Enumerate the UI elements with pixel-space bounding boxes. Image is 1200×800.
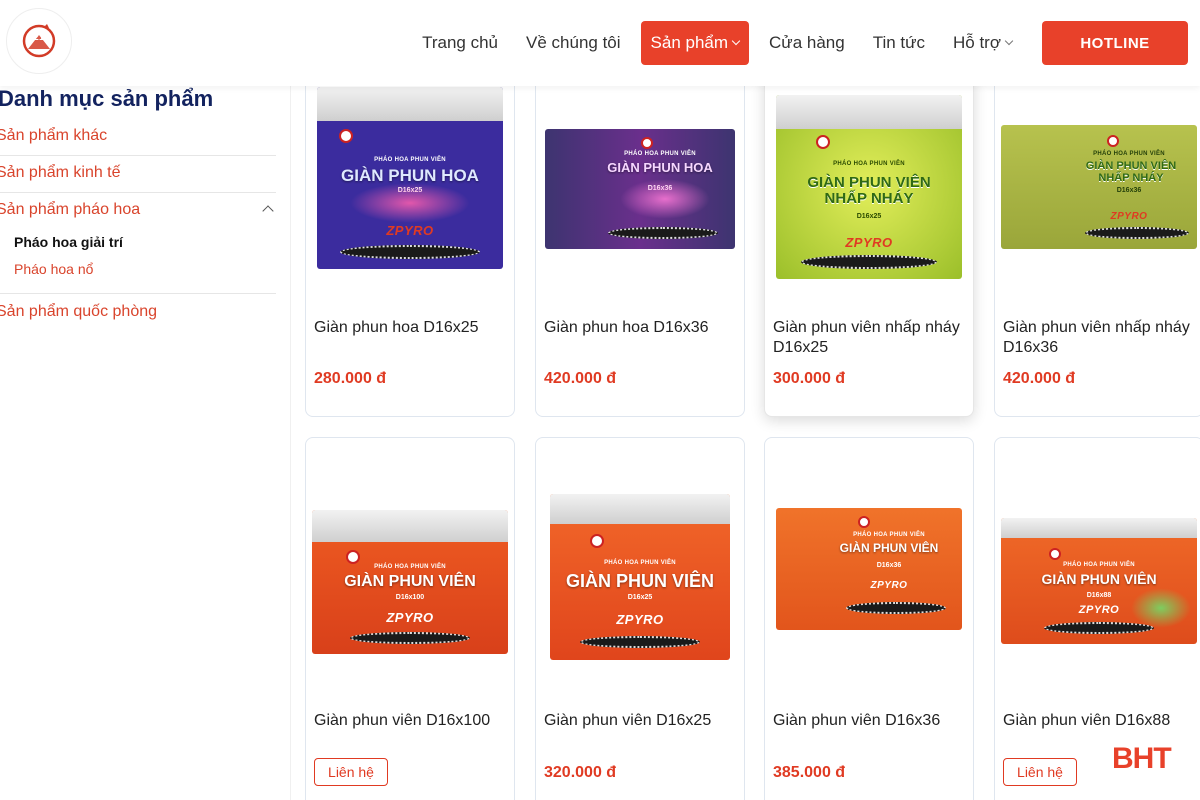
main-nav: Trang chủ Về chúng tôi Sản phẩm Cửa hàng… [408, 21, 1188, 65]
package-subtitle: PHÁO HOA PHUN VIÊN [1093, 151, 1165, 157]
nav-products-label: Sản phẩm [650, 33, 729, 52]
category-defense[interactable]: Sản phẩm quốc phòng [0, 303, 276, 321]
product-image: PHÁO HOA PHUN VIÊN GIÀN PHUN HOA D16x25 … [317, 87, 503, 269]
category-other[interactable]: Sản phẩm khác [0, 127, 276, 145]
package-code: D16x25 [856, 213, 882, 220]
brand-logo: ZPYRO [845, 235, 893, 250]
sidebar-border [290, 86, 291, 800]
product-card[interactable]: PHÁO HOA PHUN VIÊN GIÀN PHUN VIÊN D16x25… [535, 437, 745, 800]
brand-logo: ZPYRO [616, 612, 664, 627]
chevron-down-icon [1004, 36, 1014, 46]
nav-products[interactable]: Sản phẩm [640, 21, 750, 65]
package-title: GIÀN PHUN VIÊN [839, 541, 939, 555]
package-title: GIÀN PHUN VIÊN [565, 571, 715, 591]
category-fireworks[interactable]: Sản phẩm pháo hoa [0, 201, 276, 219]
product-card[interactable]: PHÁO HOA PHUN VIÊN GIÀN PHUN VIÊN NHẤP N… [994, 70, 1200, 417]
site-logo[interactable]: 21 [6, 8, 72, 74]
nav-news[interactable]: Tin tức [859, 21, 939, 65]
package-title: GIÀN PHUN VIÊN NHẤP NHÁY [1085, 160, 1177, 184]
subcategory-explosive-fireworks[interactable]: Pháo hoa nổ [14, 261, 93, 277]
product-price: 300.000 đ [773, 370, 846, 387]
product-name[interactable]: Giàn phun hoa D16x36 [544, 318, 740, 338]
divider [0, 293, 276, 294]
product-image: PHÁO HOA PHUN VIÊN GIÀN PHUN VIÊN D16x88… [1001, 518, 1197, 644]
brand-logo: ZPYRO [1110, 211, 1148, 222]
product-price: 320.000 đ [544, 764, 617, 781]
product-name[interactable]: Giàn phun viên nhấp nháy D16x36 [1003, 318, 1199, 358]
nav-home[interactable]: Trang chủ [408, 21, 512, 65]
product-name[interactable]: Giàn phun viên D16x88 [1003, 711, 1199, 731]
nav-about-label: Về chúng tôi [526, 33, 621, 52]
product-name[interactable]: Giàn phun viên D16x36 [773, 711, 969, 731]
product-image: PHÁO HOA PHUN VIÊN GIÀN PHUN VIÊN D16x36… [776, 508, 962, 630]
package-subtitle: PHÁO HOA PHUN VIÊN [604, 560, 676, 566]
divider [0, 192, 276, 193]
divider [0, 155, 276, 156]
nav-support-label: Hỗ trợ [953, 33, 1001, 52]
contact-button[interactable]: Liên hệ [314, 758, 388, 786]
product-price: 280.000 đ [314, 370, 387, 387]
package-title: GIÀN PHUN HOA [607, 160, 713, 175]
nav-about[interactable]: Về chúng tôi [512, 21, 635, 65]
product-name[interactable]: Giàn phun viên D16x100 [314, 711, 510, 731]
package-subtitle: PHÁO HOA PHUN VIÊN [374, 157, 446, 163]
product-price: 420.000 đ [544, 370, 617, 387]
product-price: 420.000 đ [1003, 370, 1076, 387]
brand-logo: ZPYRO [386, 610, 434, 625]
watermark-logo: BHT [1112, 742, 1172, 775]
package-code: D16x25 [627, 594, 653, 601]
package-subtitle: PHÁO HOA PHUN VIÊN [624, 151, 696, 157]
product-card[interactable]: PHÁO HOA PHUN VIÊN GIÀN PHUN VIÊN D16x36… [764, 437, 974, 800]
product-name[interactable]: Giàn phun hoa D16x25 [314, 318, 510, 338]
package-title: GIÀN PHUN VIÊN [1041, 571, 1157, 587]
brand-logo: ZPYRO [386, 223, 434, 238]
package-code: D16x36 [876, 562, 902, 569]
chevron-down-icon [731, 36, 741, 46]
nav-stores[interactable]: Cửa hàng [755, 21, 859, 65]
product-image: PHÁO HOA PHUN VIÊN GIÀN PHUN VIÊN D16x10… [312, 510, 508, 654]
nav-home-label: Trang chủ [422, 33, 499, 52]
package-title: GIÀN PHUN VIÊN NHẤP NHÁY [807, 174, 931, 207]
subcategory-entertainment-fireworks[interactable]: Pháo hoa giải trí [14, 234, 123, 250]
brand-logo: ZPYRO [1078, 604, 1120, 616]
package-code: D16x36 [1116, 187, 1142, 194]
brand-logo: ZPYRO [870, 580, 908, 591]
package-subtitle: PHÁO HOA PHUN VIÊN [853, 532, 925, 538]
product-card[interactable]: PHÁO HOA PHUN VIÊN GIÀN PHUN HOA D16x36 … [535, 70, 745, 417]
nav-news-label: Tin tức [872, 33, 925, 52]
category-economic[interactable]: Sản phẩm kinh tế [0, 164, 276, 182]
product-image: PHÁO HOA PHUN VIÊN GIÀN PHUN HOA D16x36 [545, 129, 735, 249]
product-name[interactable]: Giàn phun viên D16x25 [544, 711, 740, 731]
contact-button[interactable]: Liên hệ [1003, 758, 1077, 786]
product-image: PHÁO HOA PHUN VIÊN GIÀN PHUN VIÊN NHẤP N… [776, 95, 962, 279]
nav-support[interactable]: Hỗ trợ [939, 21, 1026, 65]
product-image: PHÁO HOA PHUN VIÊN GIÀN PHUN VIÊN D16x25… [550, 494, 730, 660]
package-title: GIÀN PHUN VIÊN [344, 573, 476, 590]
hotline-button[interactable]: HOTLINE [1042, 21, 1188, 65]
sidebar-title: Danh mục sản phẩm [0, 86, 214, 111]
nav-stores-label: Cửa hàng [769, 33, 845, 52]
package-subtitle: PHÁO HOA PHUN VIÊN [833, 161, 905, 167]
product-card[interactable]: PHÁO HOA PHUN VIÊN GIÀN PHUN HOA D16x25 … [305, 70, 515, 417]
product-price: 385.000 đ [773, 764, 846, 781]
product-image: PHÁO HOA PHUN VIÊN GIÀN PHUN VIÊN NHẤP N… [1001, 125, 1197, 249]
package-subtitle: PHÁO HOA PHUN VIÊN [374, 564, 446, 570]
package-subtitle: PHÁO HOA PHUN VIÊN [1063, 562, 1135, 568]
site-header: 21 Trang chủ Về chúng tôi Sản phẩm Cửa h… [0, 0, 1200, 86]
category-sidebar: Danh mục sản phẩm Sản phẩm khác Sản phẩm… [0, 86, 291, 800]
product-card[interactable]: PHÁO HOA PHUN VIÊN GIÀN PHUN VIÊN NHẤP N… [764, 70, 974, 417]
product-card[interactable]: PHÁO HOA PHUN VIÊN GIÀN PHUN VIÊN D16x10… [305, 437, 515, 800]
package-code: D16x100 [395, 594, 425, 601]
product-name[interactable]: Giàn phun viên nhấp nháy D16x25 [773, 318, 969, 358]
logo-text: 21 [33, 32, 45, 42]
